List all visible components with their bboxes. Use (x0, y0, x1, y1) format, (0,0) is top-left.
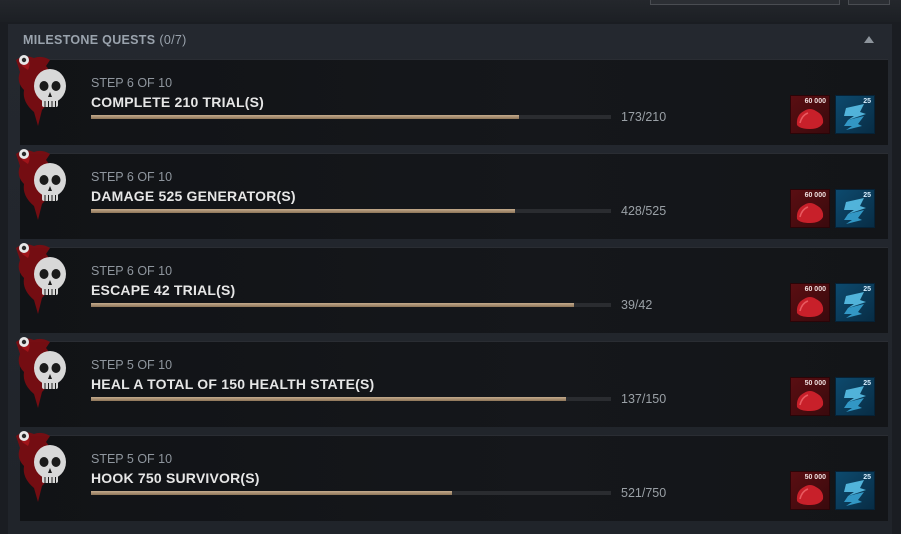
bloodpoints-amount: 50 000 (804, 474, 826, 481)
bloodpoints-amount: 60 000 (804, 98, 826, 105)
bloodpoints-reward[interactable]: 50 000 (790, 471, 830, 510)
bloodpoints-icon (796, 203, 824, 223)
quest-row[interactable]: STEP 5 OF 10 HOOK 750 SURVIVOR(S) 521/75… (16, 431, 888, 521)
quest-step: STEP 6 OF 10 (91, 170, 173, 184)
bloodpoints-reward[interactable]: 50 000 (790, 377, 830, 416)
quest-step: STEP 6 OF 10 (91, 76, 173, 90)
top-field[interactable] (650, 0, 840, 5)
bloodpoints-amount: 50 000 (804, 380, 826, 387)
skull-icon (12, 428, 82, 508)
rift-fragment-reward[interactable]: 25 (835, 189, 875, 228)
rift-fragment-icon (844, 386, 866, 412)
ornate-skull-icon (12, 240, 82, 320)
bloodpoints-amount: 60 000 (804, 286, 826, 293)
quest-step: STEP 5 OF 10 (91, 452, 173, 466)
milestone-quests-panel: MILESTONE QUESTS (0/7) STEP 6 OF 10 COMP… (8, 24, 892, 534)
progress-fill (91, 491, 453, 495)
rift-fragment-icon (844, 104, 866, 130)
rift-fragment-reward[interactable]: 25 (835, 95, 875, 134)
skull-icon (12, 146, 82, 226)
progress-fill (91, 209, 515, 213)
ornate-skull-icon (12, 334, 82, 414)
quest-row[interactable]: STEP 6 OF 10 DAMAGE 525 GENERATOR(S) 428… (16, 149, 888, 239)
rift-fragment-icon (844, 292, 866, 318)
progress-bar (91, 115, 611, 119)
bloodpoints-reward[interactable]: 60 000 (790, 189, 830, 228)
progress-bar (91, 303, 611, 307)
quest-step: STEP 6 OF 10 (91, 264, 173, 278)
progress-count: 428/525 (621, 204, 667, 218)
bloodpoints-reward[interactable]: 60 000 (790, 283, 830, 322)
quest-row[interactable]: STEP 6 OF 10 ESCAPE 42 TRIAL(S) 39/42 60… (16, 243, 888, 333)
quest-row[interactable]: STEP 6 OF 10 COMPLETE 210 TRIAL(S) 173/2… (16, 55, 888, 145)
bloodpoints-icon (796, 109, 824, 129)
skull-splash-icon (12, 52, 82, 132)
bloodpoints-icon (796, 297, 824, 317)
progress-bar (91, 397, 611, 401)
progress-bar (91, 209, 611, 213)
quest-step: STEP 5 OF 10 (91, 358, 173, 372)
section-count: (0/7) (159, 33, 187, 47)
top-button[interactable] (848, 0, 890, 5)
rift-fragment-reward[interactable]: 25 (835, 377, 875, 416)
progress-fill (91, 397, 566, 401)
progress-bar (91, 491, 611, 495)
bloodpoints-icon (796, 391, 824, 411)
quest-title: HEAL A TOTAL OF 150 HEALTH STATE(S) (91, 376, 375, 392)
quest-title: COMPLETE 210 TRIAL(S) (91, 94, 264, 110)
progress-count: 521/750 (621, 486, 667, 500)
section-title: MILESTONE QUESTS (0/7) (23, 33, 187, 47)
quest-title: ESCAPE 42 TRIAL(S) (91, 282, 236, 298)
rift-fragment-icon (844, 480, 866, 506)
rift-fragment-reward[interactable]: 25 (835, 283, 875, 322)
top-bar (0, 0, 901, 22)
quest-title: DAMAGE 525 GENERATOR(S) (91, 188, 296, 204)
section-title-label: MILESTONE QUESTS (23, 33, 156, 47)
bloodpoints-amount: 60 000 (804, 192, 826, 199)
progress-count: 137/150 (621, 392, 667, 406)
quest-row[interactable]: STEP 5 OF 10 HEAL A TOTAL OF 150 HEALTH … (16, 337, 888, 427)
progress-count: 39/42 (621, 298, 653, 312)
progress-fill (91, 303, 575, 307)
collapse-arrow-icon[interactable] (864, 36, 874, 43)
bloodpoints-reward[interactable]: 60 000 (790, 95, 830, 134)
progress-count: 173/210 (621, 110, 667, 124)
rift-fragment-icon (844, 198, 866, 224)
progress-fill (91, 115, 520, 119)
bloodpoints-icon (796, 485, 824, 505)
quest-title: HOOK 750 SURVIVOR(S) (91, 470, 260, 486)
rift-fragment-reward[interactable]: 25 (835, 471, 875, 510)
